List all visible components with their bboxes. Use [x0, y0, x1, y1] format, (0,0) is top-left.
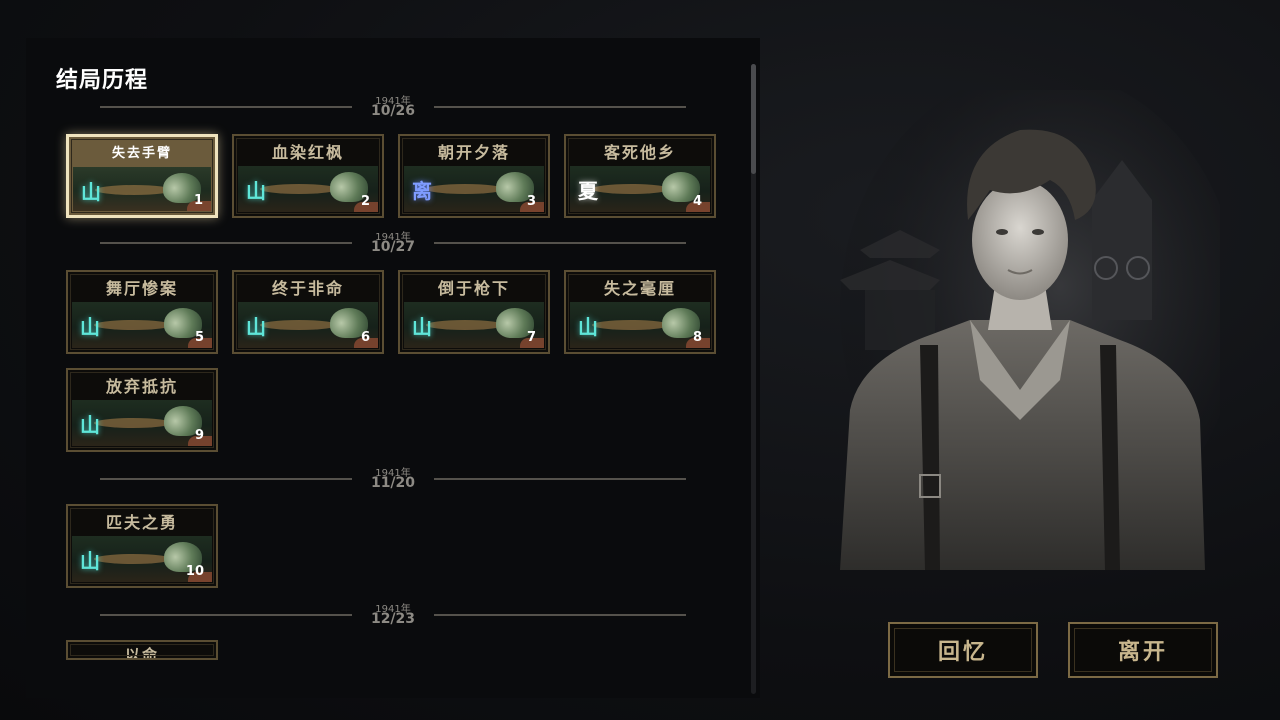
ending-thumbnail: 山 8 [570, 302, 710, 348]
ending-card-5[interactable]: 舞厅惨案 山 5 [66, 270, 218, 354]
ending-thumbnail: 山 7 [404, 302, 544, 348]
date-separator: 1941年 10/26 [100, 96, 686, 124]
ending-card-3[interactable]: 朝开夕落 离 3 [398, 134, 550, 218]
ending-title: 血染红枫 [271, 143, 344, 162]
ending-card-2[interactable]: 血染红枫 山 2 [232, 134, 384, 218]
ending-card-10[interactable]: 匹夫之勇 山 10 [66, 504, 218, 588]
page-title: 结局历程 [56, 67, 149, 93]
ending-title: 客死他乡 [603, 143, 676, 162]
ending-thumbnail: 山 5 [72, 302, 212, 348]
ending-card-6[interactable]: 终于非命 山 6 [232, 270, 384, 354]
character-portrait [820, 70, 1240, 570]
ending-number: 6 [360, 330, 370, 345]
ending-thumbnail: 夏 4 [570, 166, 710, 212]
ending-number: 4 [692, 194, 702, 209]
ending-number: 3 [526, 194, 536, 209]
ending-title: 倒于枪下 [437, 279, 510, 298]
ending-title: 以命 [124, 646, 159, 660]
ending-card-11[interactable]: 以命 [66, 640, 218, 660]
ending-title: 失去手臂 [111, 146, 172, 161]
ending-history-screen: 结局历程 1941年 10/26 失去手臂 山 1 血染红枫 山 2 朝开夕落 … [0, 0, 1280, 720]
character-illustration [840, 70, 1240, 570]
ending-card-8[interactable]: 失之毫厘 山 8 [564, 270, 716, 354]
ending-number: 9 [194, 428, 204, 443]
mountain-glyph-icon: 山 [412, 315, 432, 339]
leave-button[interactable]: 离开 [1068, 622, 1218, 678]
date-separator: 1941年 11/20 [100, 468, 686, 496]
date-day: 12/23 [370, 611, 416, 627]
ending-card-1[interactable]: 失去手臂 山 1 [66, 134, 218, 218]
mountain-glyph-icon: 山 [80, 315, 100, 339]
ending-card-7[interactable]: 倒于枪下 山 7 [398, 270, 550, 354]
scrollbar[interactable] [751, 64, 756, 694]
ending-number: 7 [526, 330, 536, 345]
ending-card-9[interactable]: 放弃抵抗 山 9 [66, 368, 218, 452]
ending-title: 放弃抵抗 [105, 377, 178, 396]
mountain-glyph-icon: 山 [246, 315, 266, 339]
ending-thumbnail: 离 3 [404, 166, 544, 212]
mountain-glyph-icon: 山 [246, 179, 266, 203]
mountain-glyph-icon: 山 [80, 413, 100, 437]
ending-title: 终于非命 [271, 279, 344, 298]
ending-number: 8 [692, 330, 702, 345]
date-day: 11/20 [370, 475, 416, 491]
departure-glyph-icon: 离 [412, 179, 432, 203]
ending-number: 1 [193, 193, 203, 208]
date-day: 10/27 [370, 239, 416, 255]
date-day: 10/26 [370, 103, 416, 119]
date-separator: 1941年 10/27 [100, 232, 686, 260]
ending-thumbnail: 山 9 [72, 400, 212, 446]
ending-thumbnail: 山 2 [238, 166, 378, 212]
ending-card-4[interactable]: 客死他乡 夏 4 [564, 134, 716, 218]
mountain-glyph-icon: 山 [81, 180, 101, 204]
ending-thumbnail: 山 10 [72, 536, 212, 582]
scrollbar-thumb[interactable] [751, 64, 756, 174]
summer-glyph-icon: 夏 [578, 179, 598, 203]
ending-title: 舞厅惨案 [105, 279, 178, 298]
ending-title: 匹夫之勇 [105, 513, 178, 532]
mountain-glyph-icon: 山 [578, 315, 598, 339]
ending-number: 5 [194, 330, 204, 345]
ending-list-panel: 结局历程 1941年 10/26 失去手臂 山 1 血染红枫 山 2 朝开夕落 … [26, 38, 760, 698]
ending-thumbnail: 山 1 [73, 167, 211, 211]
ending-thumbnail: 山 6 [238, 302, 378, 348]
recall-button[interactable]: 回忆 [888, 622, 1038, 678]
mountain-glyph-icon: 山 [80, 549, 100, 573]
ending-title: 失之毫厘 [603, 279, 676, 298]
date-separator: 1941年 12/23 [100, 604, 686, 632]
ending-number: 10 [185, 564, 204, 579]
ending-title: 朝开夕落 [437, 143, 510, 162]
ending-number: 2 [360, 194, 370, 209]
